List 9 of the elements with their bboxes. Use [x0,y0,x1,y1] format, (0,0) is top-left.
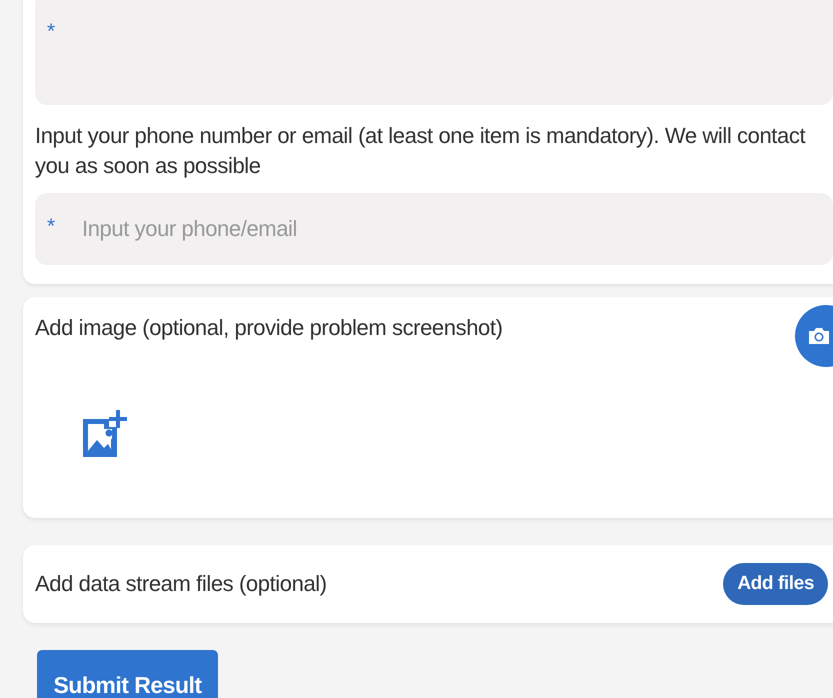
contact-prompt: Input your phone number or email (at least one item is mandatory). We will contact you as soon as possible [35,122,806,180]
camera-icon [807,326,831,346]
files-label: Add data stream files (optional) [35,570,327,598]
submit-button[interactable]: Submit Result [37,650,218,698]
required-mark: * [47,20,56,43]
image-label: Add image (optional, provide problem screenshot) [35,314,503,342]
required-mark: * [47,215,56,239]
add-files-button[interactable]: Add files [723,563,828,605]
description-field[interactable]: * [35,0,833,105]
